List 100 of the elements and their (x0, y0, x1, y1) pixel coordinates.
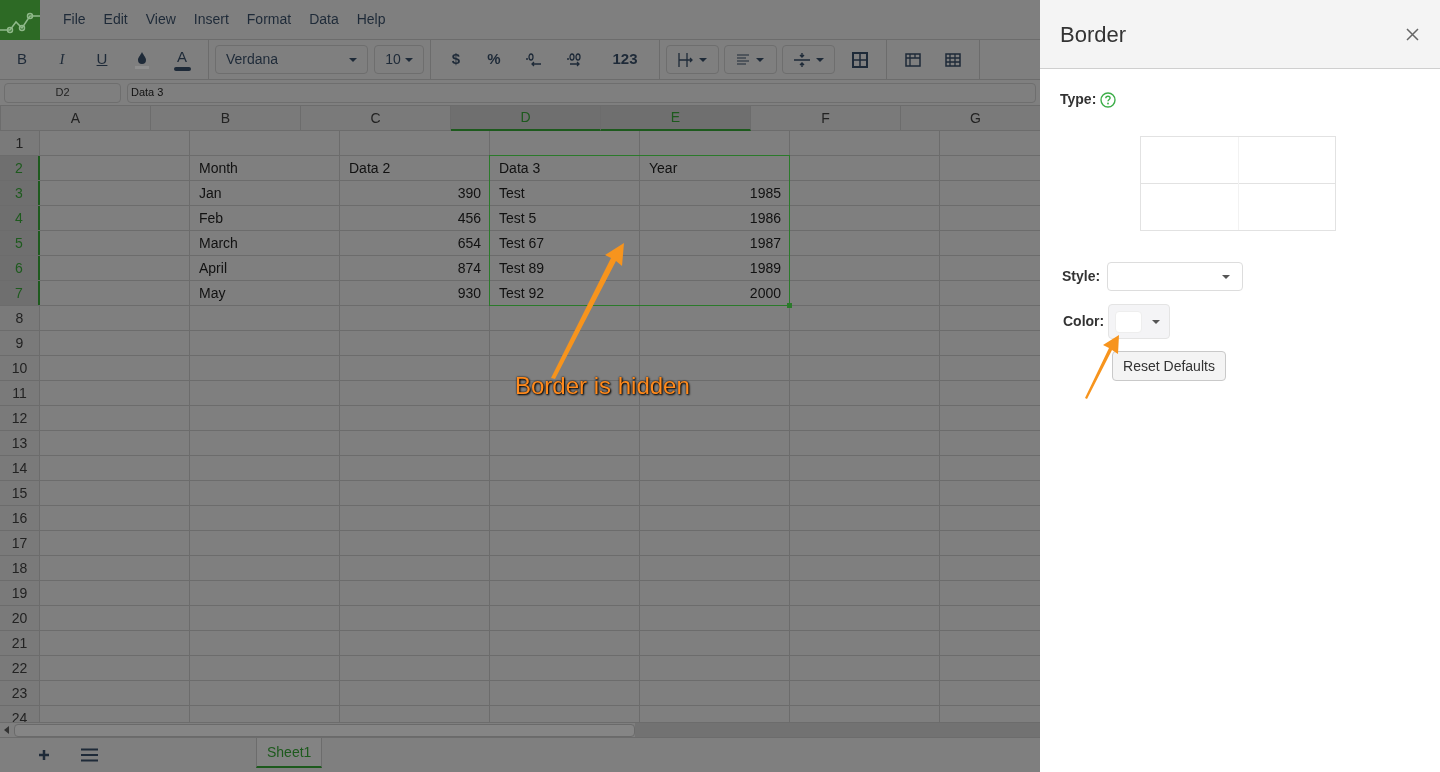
row-header[interactable]: 20 (0, 606, 40, 630)
table-cell-text: Test 67 (498, 233, 546, 253)
caret-icon (404, 57, 413, 62)
table-cell-text: May (198, 283, 227, 303)
decrease-decimal-icon (526, 52, 542, 67)
sheet-list-button[interactable] (80, 747, 98, 763)
table-icon (905, 52, 921, 67)
close-button[interactable] (1404, 26, 1420, 42)
table-cell-text: 1986 (748, 208, 782, 228)
column-header[interactable]: A (1, 106, 151, 131)
annotation-text: Border is hidden (515, 371, 690, 401)
name-box[interactable]: D2 (4, 82, 121, 103)
table-cell-text: Test 5 (498, 208, 538, 228)
row-header[interactable]: 18 (0, 556, 40, 580)
left-arrow-icon (4, 726, 10, 734)
menu-item[interactable]: Edit (94, 9, 137, 30)
add-sheet-button[interactable] (36, 747, 52, 763)
row-header[interactable]: 21 (0, 631, 40, 655)
reset-defaults-button[interactable]: Reset Defaults (1112, 351, 1226, 381)
row-header[interactable]: 12 (0, 406, 40, 430)
row-header[interactable]: 11 (0, 381, 40, 405)
row-header[interactable]: 13 (0, 431, 40, 455)
column-header[interactable]: G (901, 106, 1040, 131)
menu-item[interactable]: File (54, 9, 95, 30)
vertical-align-dropdown[interactable] (782, 45, 835, 74)
color-picker[interactable] (1108, 304, 1171, 339)
table-cell-text: March (198, 233, 239, 253)
caret-icon (1222, 274, 1231, 279)
column-header[interactable]: F (751, 106, 901, 131)
bold-button[interactable]: B (2, 44, 42, 75)
menu-icon (80, 748, 98, 762)
caret-icon (349, 57, 357, 62)
table-cell-text: Jan (198, 183, 223, 203)
type-label: Type: (1060, 90, 1097, 109)
menu-item[interactable]: Help (347, 9, 395, 30)
plus-icon (38, 749, 50, 761)
row-header[interactable]: 10 (0, 356, 40, 380)
row-header[interactable]: 22 (0, 656, 40, 680)
align-bar-icon (678, 51, 693, 68)
column-header[interactable]: B (151, 106, 301, 131)
row-header[interactable]: 8 (0, 306, 40, 330)
table-cell-text: Test (498, 183, 526, 203)
underline-button[interactable]: U (82, 44, 122, 75)
number-format-button[interactable]: 123 (597, 44, 653, 75)
row-header[interactable]: 1 (0, 131, 40, 155)
table-cell-text: 1987 (748, 233, 782, 253)
table-cell-text: 456 (456, 208, 482, 228)
font-size-dropdown[interactable]: 10 (374, 45, 424, 74)
table-cell-text: Month (198, 158, 239, 178)
font-dropdown[interactable]: Verdana (215, 45, 368, 74)
merge-cells-icon (852, 51, 868, 68)
table-cell-text: 874 (456, 258, 482, 278)
menu-item[interactable]: Format (237, 9, 301, 30)
row-header[interactable]: 24 (0, 706, 40, 722)
formula-field[interactable]: Data 3 (127, 82, 1036, 103)
table-cell-text: 654 (456, 233, 482, 253)
vertical-align-icon (793, 51, 810, 68)
table-cell-text: Data 2 (348, 158, 392, 178)
help-icon[interactable] (1100, 91, 1117, 108)
font-color-button[interactable]: A (162, 44, 202, 75)
style-label: Style: (1062, 267, 1101, 286)
close-icon (1405, 27, 1419, 41)
column-header[interactable]: C (301, 106, 451, 131)
table-cell-text: 1989 (748, 258, 782, 278)
table-cell-text: 1985 (748, 183, 782, 203)
text-align-dropdown[interactable] (724, 45, 777, 74)
row-header[interactable]: 17 (0, 531, 40, 555)
table-cell-text: 2000 (748, 283, 782, 303)
menu-item[interactable]: View (136, 9, 185, 30)
row-header[interactable]: 16 (0, 506, 40, 530)
table-cell-text: Test 92 (498, 283, 546, 303)
caret-icon (1152, 319, 1161, 324)
horizontal-scrollbar[interactable] (14, 723, 635, 737)
table-cell-text: Data 3 (498, 158, 542, 178)
sheet-tab[interactable]: Sheet1 (256, 738, 323, 768)
paint-drop-icon (135, 50, 149, 69)
row-header[interactable]: 23 (0, 681, 40, 705)
percent-button[interactable]: % (475, 44, 513, 75)
table-cell-text: 930 (456, 283, 482, 303)
horizontal-align-dropdown[interactable] (666, 45, 719, 74)
table-cell-text: Test 89 (498, 258, 546, 278)
grid-table-icon (945, 52, 961, 67)
panel-title: Border (1060, 20, 1127, 49)
italic-button[interactable]: I (42, 44, 82, 75)
callout-arrow (1085, 335, 1119, 399)
row-header[interactable]: 9 (0, 331, 40, 355)
caret-icon (815, 57, 824, 62)
table-cell-text: 390 (456, 183, 482, 203)
table-cell-text: Year (648, 158, 679, 178)
table-cell-text: April (198, 258, 228, 278)
menu-item[interactable]: Data (300, 9, 348, 30)
row-header[interactable]: 19 (0, 581, 40, 605)
align-left-icon (737, 54, 750, 65)
currency-button[interactable]: $ (437, 44, 475, 75)
menu-item[interactable]: Insert (184, 9, 238, 30)
color-label: Color: (1063, 312, 1105, 331)
table-cell-text: Feb (198, 208, 225, 228)
caret-icon (699, 57, 707, 62)
row-header[interactable]: 15 (0, 481, 40, 505)
row-header[interactable]: 14 (0, 456, 40, 480)
